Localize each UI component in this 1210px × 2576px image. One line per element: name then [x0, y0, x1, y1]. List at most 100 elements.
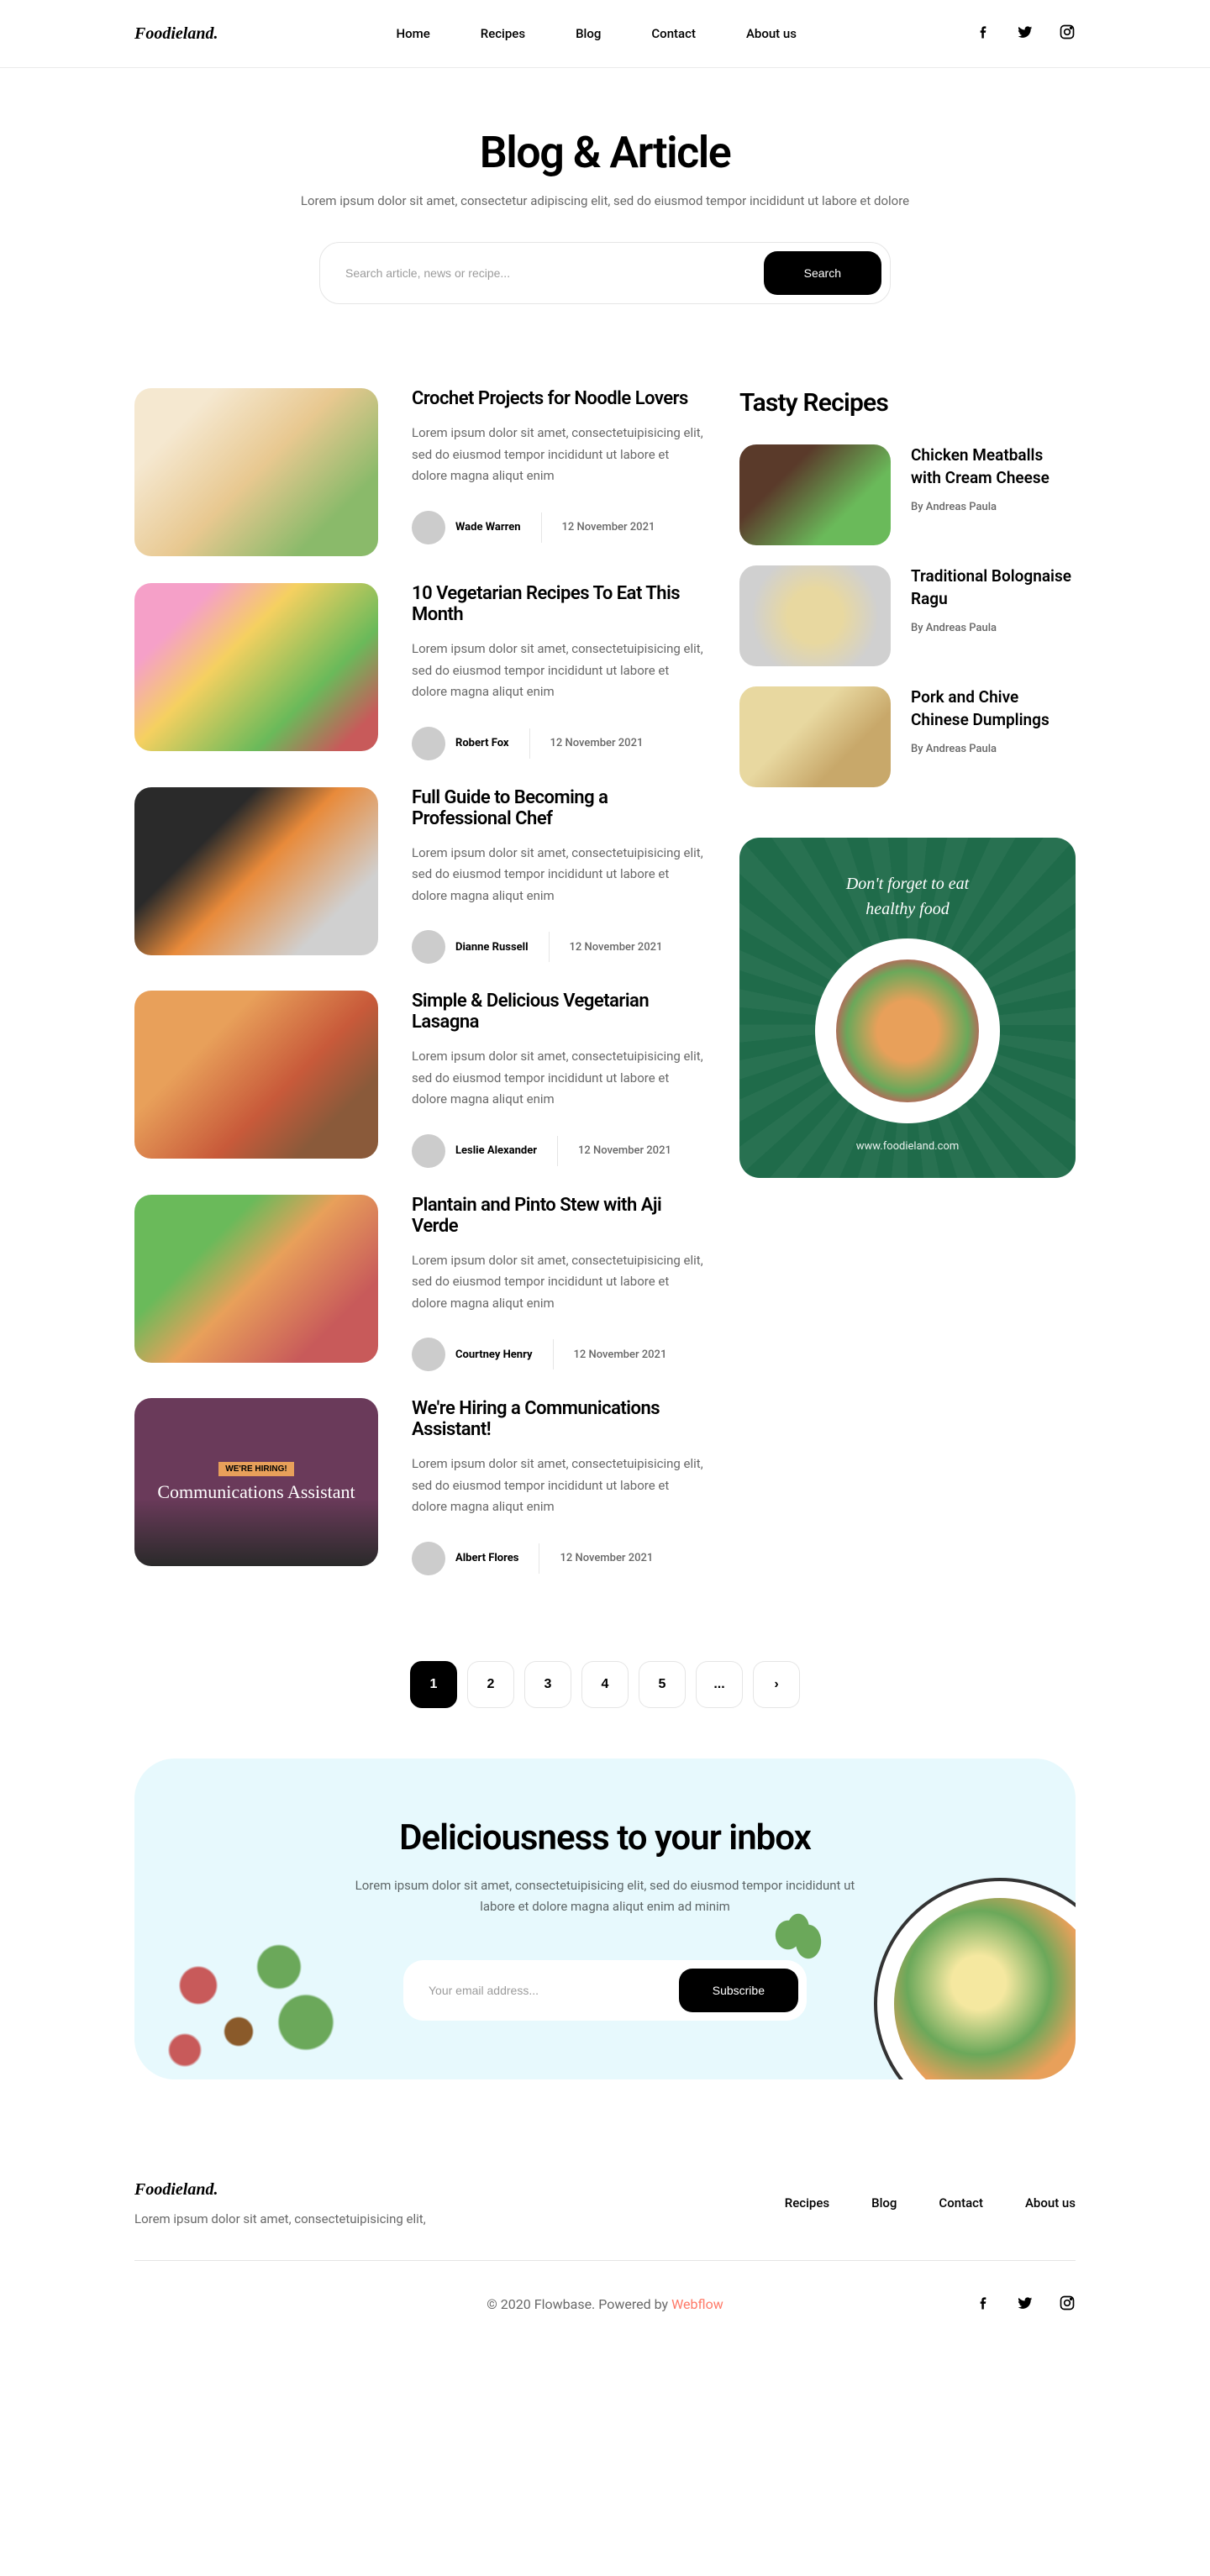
post-author: Albert Flores	[412, 1542, 518, 1575]
blog-post[interactable]: WE'RE HIRING!Communications Assistant We…	[134, 1398, 706, 1575]
avatar	[412, 1338, 445, 1371]
nav-link-recipes[interactable]: Recipes	[481, 26, 525, 41]
post-image: WE'RE HIRING!Communications Assistant	[134, 1398, 378, 1566]
page-5[interactable]: 5	[639, 1661, 686, 1708]
page-4[interactable]: 4	[581, 1661, 629, 1708]
sidebar-recipe-byline: By Andreas Paula	[911, 501, 1076, 513]
posts-list: Crochet Projects for Noodle Lovers Lorem…	[134, 388, 706, 1602]
page-1[interactable]: 1	[410, 1661, 457, 1708]
twitter-icon[interactable]	[1017, 2295, 1034, 2315]
footer-tagline: Lorem ipsum dolor sit amet, consectetuip…	[134, 2211, 426, 2226]
post-author: Courtney Henry	[412, 1338, 533, 1371]
post-date: 12 November 2021	[570, 941, 663, 954]
hero-section: Blog & Article Lorem ipsum dolor sit ame…	[134, 68, 1076, 346]
post-date: 12 November 2021	[550, 737, 644, 749]
post-image	[134, 583, 378, 751]
avatar	[412, 511, 445, 544]
page-2[interactable]: 2	[467, 1661, 514, 1708]
footer-socials	[975, 2295, 1076, 2315]
nav-link-contact[interactable]: Contact	[651, 26, 696, 41]
post-excerpt: Lorem ipsum dolor sit amet, consectetuip…	[412, 1046, 706, 1111]
sidebar-recipe[interactable]: Traditional Bolognaise Ragu By Andreas Pa…	[739, 565, 1076, 666]
post-date: 12 November 2021	[560, 1552, 653, 1564]
page-...[interactable]: ...	[696, 1661, 743, 1708]
footer-link-about-us[interactable]: About us	[1025, 2195, 1076, 2211]
promo-plate-image	[815, 938, 1000, 1123]
post-author: Wade Warren	[412, 511, 521, 544]
post-title: Plantain and Pinto Stew with Aji Verde	[412, 1195, 706, 1237]
blog-post[interactable]: Crochet Projects for Noodle Lovers Lorem…	[134, 388, 706, 556]
blog-post[interactable]: Plantain and Pinto Stew with Aji Verde L…	[134, 1195, 706, 1372]
sidebar-recipe-image	[739, 444, 891, 545]
search-bar: Search	[319, 242, 891, 304]
blog-post[interactable]: Simple & Delicious Vegetarian Lasagna Lo…	[134, 991, 706, 1168]
pagination: 12345...›	[134, 1644, 1076, 1759]
post-author: Leslie Alexander	[412, 1134, 537, 1168]
post-image	[134, 388, 378, 556]
avatar	[412, 1542, 445, 1575]
post-title: Simple & Delicious Vegetarian Lasagna	[412, 991, 706, 1033]
instagram-icon[interactable]	[1059, 2295, 1076, 2315]
sidebar: Tasty Recipes Chicken Meatballs with Cre…	[739, 388, 1076, 1602]
promo-text: Don't forget to eathealthy food	[765, 871, 1050, 922]
post-author: Robert Fox	[412, 727, 509, 760]
facebook-icon[interactable]	[975, 24, 992, 44]
post-excerpt: Lorem ipsum dolor sit amet, consectetuip…	[412, 639, 706, 703]
post-title: We're Hiring a Communications Assistant!	[412, 1398, 706, 1440]
newsletter-deco-right	[874, 1878, 1076, 2079]
avatar	[412, 1134, 445, 1168]
avatar	[412, 727, 445, 760]
nav-link-home[interactable]: Home	[396, 26, 429, 41]
blog-post[interactable]: 10 Vegetarian Recipes To Eat This Month …	[134, 583, 706, 760]
page-next[interactable]: ›	[753, 1661, 800, 1708]
newsletter-herb	[773, 1895, 823, 1962]
blog-post[interactable]: Full Guide to Becoming a Professional Ch…	[134, 787, 706, 965]
post-excerpt: Lorem ipsum dolor sit amet, consectetuip…	[412, 423, 706, 487]
nav-link-blog[interactable]: Blog	[576, 26, 601, 41]
sidebar-recipe[interactable]: Chicken Meatballs with Cream CheeseBy An…	[739, 444, 1076, 545]
sidebar-recipe-image	[739, 686, 891, 787]
logo[interactable]: Foodieland.	[134, 24, 218, 44]
post-image	[134, 991, 378, 1159]
post-title: Crochet Projects for Noodle Lovers	[412, 388, 706, 409]
avatar	[412, 930, 445, 964]
footer-link-contact[interactable]: Contact	[939, 2195, 983, 2211]
twitter-icon[interactable]	[1017, 24, 1034, 44]
post-image	[134, 1195, 378, 1363]
search-input[interactable]	[345, 266, 764, 280]
site-footer: Foodieland. Lorem ipsum dolor sit amet, …	[134, 2163, 1076, 2348]
sidebar-heading: Tasty Recipes	[739, 388, 1076, 418]
site-header: Foodieland. Home Recipes Blog Contact About …	[0, 0, 1210, 68]
subscribe-button[interactable]: Subscribe	[679, 1969, 798, 2012]
search-button[interactable]: Search	[764, 251, 881, 295]
post-author: Dianne Russell	[412, 930, 529, 964]
page-subtitle: Lorem ipsum dolor sit amet, consectetur …	[134, 193, 1076, 208]
sidebar-recipe-title: Traditional Bolognaise Ragu	[911, 565, 1076, 610]
sidebar-recipe-byline: By Andreas Paula	[911, 622, 1076, 634]
sidebar-recipe-title: Pork and Chive Chinese Dumplings	[911, 686, 1076, 731]
copyright: © 2020 Flowbase. Powered by Webflow	[487, 2296, 723, 2312]
post-excerpt: Lorem ipsum dolor sit amet, consectetuip…	[412, 1454, 706, 1518]
post-title: 10 Vegetarian Recipes To Eat This Month	[412, 583, 706, 625]
instagram-icon[interactable]	[1059, 24, 1076, 44]
page-title: Blog & Article	[134, 127, 1076, 178]
nav-link-about-us[interactable]: About us	[746, 26, 797, 41]
page-3[interactable]: 3	[524, 1661, 571, 1708]
email-input[interactable]	[429, 1984, 679, 1997]
promo-card[interactable]: Don't forget to eathealthy food www.food…	[739, 838, 1076, 1178]
footer-link-blog[interactable]: Blog	[871, 2195, 897, 2211]
footer-link-recipes[interactable]: Recipes	[785, 2195, 829, 2211]
footer-nav: Recipes Blog Contact About us	[785, 2195, 1076, 2211]
webflow-link[interactable]: Webflow	[671, 2296, 723, 2312]
newsletter-deco-left	[134, 1911, 387, 2079]
main-nav: Home Recipes Blog Contact About us	[396, 26, 796, 41]
facebook-icon[interactable]	[975, 2295, 992, 2315]
post-excerpt: Lorem ipsum dolor sit amet, consectetuip…	[412, 1250, 706, 1315]
sidebar-recipe[interactable]: Pork and Chive Chinese Dumplings By Andre…	[739, 686, 1076, 787]
sidebar-recipe-byline: By Andreas Paula	[911, 743, 1076, 755]
post-excerpt: Lorem ipsum dolor sit amet, consectetuip…	[412, 843, 706, 907]
footer-logo[interactable]: Foodieland.	[134, 2180, 426, 2200]
newsletter-form: Subscribe	[403, 1960, 807, 2021]
post-date: 12 November 2021	[578, 1144, 671, 1157]
newsletter-section: Deliciousness to your inbox Lorem ipsum …	[134, 1759, 1076, 2079]
